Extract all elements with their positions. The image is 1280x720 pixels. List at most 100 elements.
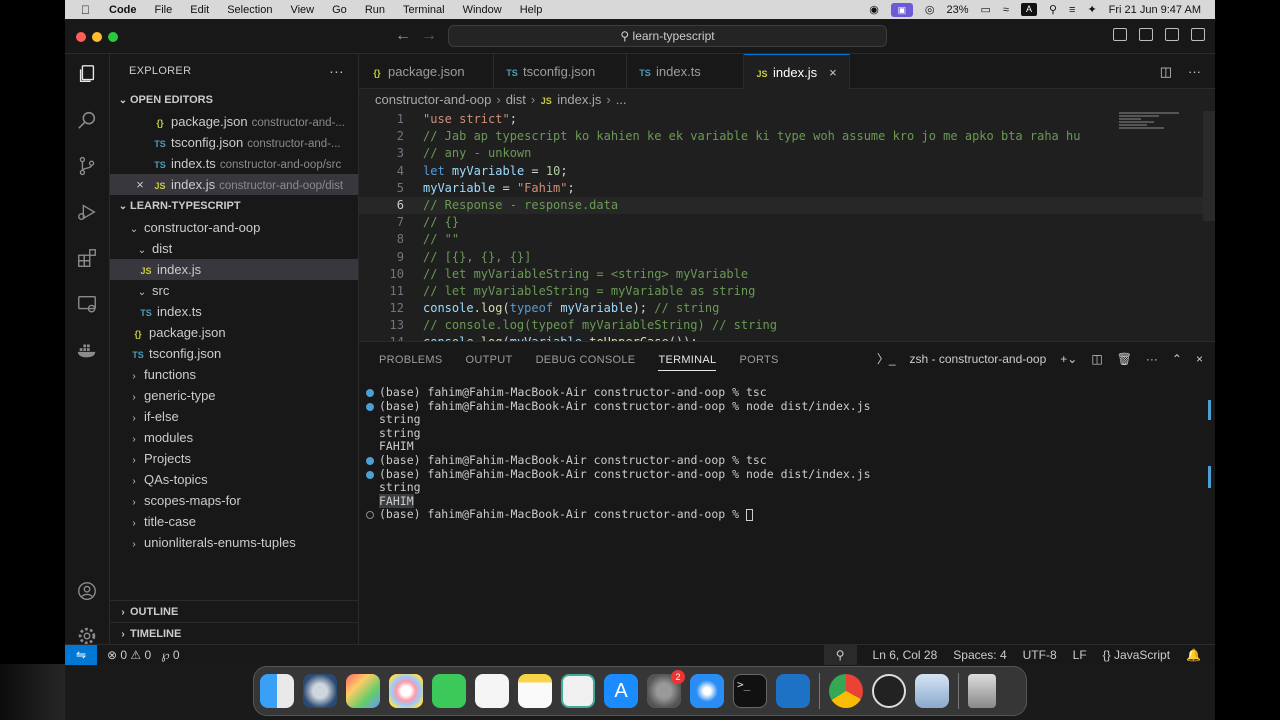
timeline-section[interactable]: › TIMELINE	[110, 622, 359, 644]
freeform-icon[interactable]	[561, 674, 595, 708]
toggle-panel-icon[interactable]	[1139, 28, 1153, 41]
code-line[interactable]: 4 let myVariable = 10;	[359, 163, 1215, 180]
open-editor-item-active[interactable]: × JS index.js constructor-and-oop/dist	[110, 174, 358, 195]
tree-folder[interactable]: ⌄ src	[110, 280, 358, 301]
tab-package-json[interactable]: {} package.json	[359, 54, 494, 89]
tree-folder[interactable]: › QAs-topics	[110, 469, 358, 490]
command-decoration-icon[interactable]	[366, 402, 374, 411]
source-control-icon[interactable]	[75, 154, 99, 178]
command-center-search[interactable]: ⚲ learn-typescript	[448, 25, 887, 47]
tab-tsconfig[interactable]: TS tsconfig.json	[494, 54, 627, 89]
spotlight-search-icon[interactable]: ⚲	[1049, 3, 1057, 16]
customize-layout-icon[interactable]	[1191, 28, 1205, 41]
tree-folder[interactable]: › generic-type	[110, 385, 358, 406]
open-editors-section[interactable]: ⌄ OPEN EDITORS	[110, 89, 358, 111]
close-tab-icon[interactable]: ×	[829, 65, 837, 80]
tab-index-ts[interactable]: TS index.ts	[627, 54, 744, 89]
tree-folder[interactable]: › scopes-maps-for	[110, 490, 358, 511]
tree-folder[interactable]: › unionliterals-enums-tuples	[110, 532, 358, 553]
menu-edit[interactable]: Edit	[181, 4, 218, 16]
minimap[interactable]	[1119, 111, 1193, 141]
tab-index-js[interactable]: JS index.js ×	[744, 54, 850, 89]
close-window-button[interactable]	[76, 32, 86, 42]
tree-folder[interactable]: ⌄ dist	[110, 238, 358, 259]
toggle-sidebar-icon[interactable]	[1113, 28, 1127, 41]
new-terminal-icon[interactable]: +⌄	[1060, 352, 1077, 366]
safari-icon[interactable]	[690, 674, 724, 708]
tree-folder[interactable]: ⌄ constructor-and-oop	[110, 217, 358, 238]
photos-icon[interactable]	[389, 674, 423, 708]
breadcrumb-item[interactable]: dist	[506, 92, 526, 107]
finder-icon[interactable]	[260, 674, 294, 708]
open-editor-item[interactable]: TS index.ts constructor-and-oop/src	[110, 153, 358, 174]
end-of-line[interactable]: LF	[1073, 648, 1087, 662]
app-menu[interactable]: Code	[100, 4, 146, 16]
quicktime-icon[interactable]	[303, 674, 337, 708]
tree-folder[interactable]: › title-case	[110, 511, 358, 532]
system-settings-icon[interactable]: 2	[647, 670, 685, 708]
code-line[interactable]: 3 // any - unkown	[359, 145, 1215, 162]
code-line[interactable]: 13 // console.log(typeof myVariableString…	[359, 317, 1215, 334]
chrome-icon[interactable]	[829, 674, 863, 708]
siri-wave-icon[interactable]: ◎	[925, 3, 935, 16]
cursor-position[interactable]: Ln 6, Col 28	[873, 648, 938, 662]
battery-icon[interactable]: ▭	[981, 3, 991, 16]
tab-terminal[interactable]: TERMINAL	[658, 354, 717, 371]
code-line[interactable]: 12 console.log(typeof myVariable); // str…	[359, 300, 1215, 317]
facetime-icon[interactable]	[432, 674, 466, 708]
explorer-icon[interactable]	[75, 62, 99, 86]
split-terminal-icon[interactable]: ◫	[1091, 352, 1102, 366]
code-line[interactable]: 1 "use strict";	[359, 111, 1215, 128]
language-mode[interactable]: {} JavaScript	[1103, 648, 1170, 662]
search-icon[interactable]	[75, 108, 99, 132]
menu-terminal[interactable]: Terminal	[394, 4, 454, 16]
code-line[interactable]: 9 // [{}, {}, {}]	[359, 249, 1215, 266]
editor-scrollbar[interactable]	[1203, 111, 1215, 221]
notifications-bell-icon[interactable]: 🔔	[1186, 648, 1201, 662]
close-editor-icon[interactable]: ×	[134, 174, 146, 195]
terminal-shell-name[interactable]: zsh - constructor-and-oop	[910, 352, 1047, 366]
screen-record-icon[interactable]: ▣	[890, 2, 913, 17]
tab-debug-console[interactable]: DEBUG CONSOLE	[536, 354, 636, 366]
minimize-window-button[interactable]	[92, 32, 102, 42]
breadcrumb-item[interactable]: constructor-and-oop	[375, 92, 491, 107]
code-line[interactable]: 11 // let myVariableString = myVariable a…	[359, 283, 1215, 300]
menu-view[interactable]: View	[281, 4, 323, 16]
vscode-icon[interactable]	[776, 674, 810, 708]
control-center-icon[interactable]: ≡	[1069, 4, 1075, 16]
battery-percent[interactable]: 23%	[946, 4, 968, 16]
menu-run[interactable]: Run	[356, 4, 394, 16]
ports-status[interactable]: ℘ 0	[161, 648, 179, 662]
code-line[interactable]: 2 // Jab ap typescript ko kahien ke ek va…	[359, 128, 1215, 145]
reminders-icon[interactable]	[475, 674, 509, 708]
menu-go[interactable]: Go	[323, 4, 356, 16]
forward-arrow-icon[interactable]: →	[421, 27, 437, 45]
more-actions-icon[interactable]: ···	[1146, 352, 1158, 366]
back-arrow-icon[interactable]: ←	[395, 27, 411, 45]
more-actions-icon[interactable]: ···	[329, 54, 344, 89]
problems-status[interactable]: ⊗ 0 ⚠ 0	[107, 648, 151, 662]
breadcrumb-item[interactable]: index.js	[557, 92, 601, 107]
more-actions-icon[interactable]: ···	[1188, 64, 1201, 80]
menu-file[interactable]: File	[146, 4, 182, 16]
tree-file-selected[interactable]: JS index.js	[110, 259, 358, 280]
apple-menu-icon[interactable]: 	[65, 3, 100, 17]
tab-ports[interactable]: PORTS	[739, 354, 778, 366]
remote-indicator-icon[interactable]: ⇋	[65, 644, 97, 665]
docker-icon[interactable]	[75, 338, 99, 362]
creative-cloud-icon[interactable]: ◉	[869, 3, 879, 16]
obs-icon[interactable]	[872, 674, 906, 708]
menu-help[interactable]: Help	[511, 4, 552, 16]
indentation[interactable]: Spaces: 4	[953, 648, 1006, 662]
open-editor-item[interactable]: TS tsconfig.json constructor-and-...	[110, 132, 358, 153]
trash-icon[interactable]	[968, 674, 996, 708]
tree-folder[interactable]: › Projects	[110, 448, 358, 469]
app-store-icon[interactable]: A	[604, 674, 638, 708]
maximize-panel-icon[interactable]: ⌃	[1172, 352, 1182, 366]
menu-selection[interactable]: Selection	[218, 4, 281, 16]
menubar-clock[interactable]: Fri 21 Jun 9:47 AM	[1109, 4, 1201, 16]
siri-icon[interactable]: ✦	[1087, 3, 1096, 16]
tree-file[interactable]: {} package.json	[110, 322, 358, 343]
tree-folder[interactable]: › if-else	[110, 406, 358, 427]
tree-folder[interactable]: › functions	[110, 364, 358, 385]
